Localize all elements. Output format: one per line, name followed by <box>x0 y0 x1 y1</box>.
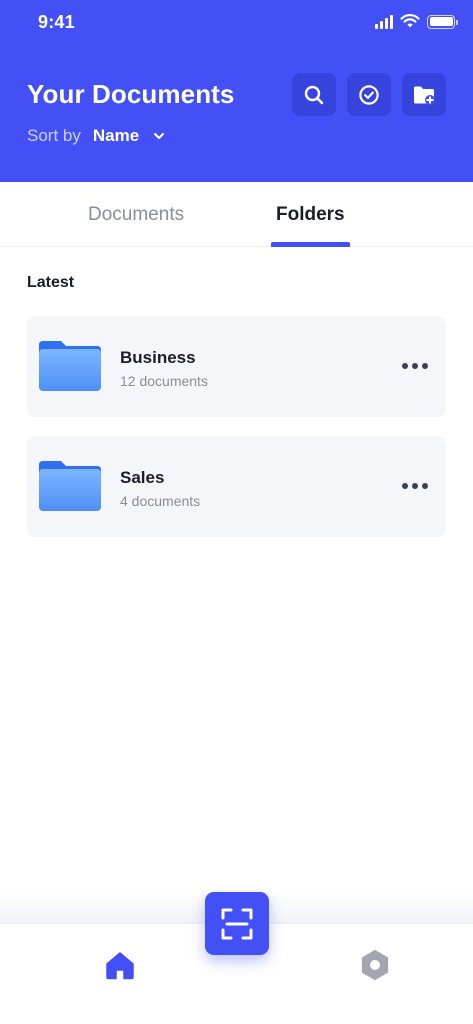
tab-folders[interactable]: Folders <box>276 204 345 226</box>
folder-icon <box>39 461 101 511</box>
more-options-icon[interactable] <box>398 354 432 378</box>
tab-bar: Documents Folders <box>0 182 473 247</box>
sort-value[interactable]: Name <box>93 126 139 146</box>
scan-icon <box>221 908 253 939</box>
chevron-down-icon[interactable] <box>153 132 165 140</box>
sort-label: Sort by <box>27 126 81 145</box>
folder-item[interactable]: Sales 4 documents <box>27 436 446 537</box>
section-title: Latest <box>27 274 75 291</box>
new-folder-button[interactable] <box>402 73 446 116</box>
folder-document-count: 12 documents <box>120 373 208 389</box>
folder-name: Business <box>120 348 196 367</box>
scan-button[interactable] <box>205 892 269 955</box>
search-icon <box>304 85 324 104</box>
sort-control[interactable]: Sort by Name <box>27 126 165 146</box>
header-actions <box>292 73 446 116</box>
nav-home-button[interactable] <box>102 948 138 982</box>
wifi-icon <box>400 14 420 28</box>
nav-settings-button[interactable] <box>357 947 393 983</box>
app-header: 9:41 Your Documents Sort by Name <box>0 0 473 182</box>
status-icons <box>375 14 458 29</box>
tab-documents[interactable]: Documents <box>88 204 184 226</box>
more-options-icon[interactable] <box>398 474 432 498</box>
settings-icon <box>361 950 389 980</box>
search-button[interactable] <box>292 73 336 116</box>
folder-name: Sales <box>120 468 165 487</box>
folder-item[interactable]: Business 12 documents <box>27 316 446 417</box>
select-button[interactable] <box>347 73 391 116</box>
active-tab-indicator <box>271 242 350 247</box>
check-circle-icon <box>359 84 379 105</box>
folder-document-count: 4 documents <box>120 493 201 509</box>
folder-icon <box>39 341 101 391</box>
signal-icon <box>375 14 393 29</box>
status-time: 9:41 <box>38 12 75 32</box>
battery-icon <box>427 14 458 29</box>
status-bar: 9:41 <box>0 0 473 46</box>
page-title: Your Documents <box>27 79 235 109</box>
folder-add-icon <box>414 86 435 105</box>
home-icon <box>106 952 134 980</box>
